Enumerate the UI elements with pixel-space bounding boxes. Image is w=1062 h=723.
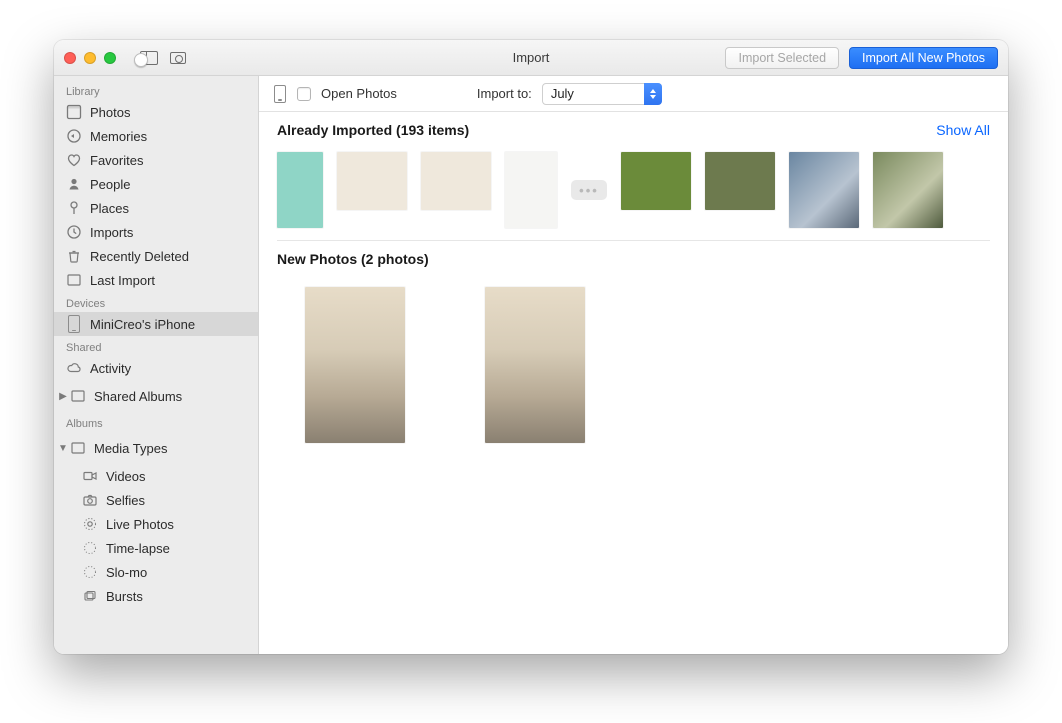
thumbnail[interactable]: [505, 152, 557, 228]
sidebar-item-time-lapse[interactable]: Time-lapse: [54, 536, 258, 560]
show-all-link[interactable]: Show All: [936, 122, 990, 138]
open-photos-checkbox[interactable]: [297, 87, 311, 101]
new-photos-header: New Photos (2 photos): [277, 251, 429, 267]
sidebar-item-label: Activity: [90, 361, 131, 376]
video-icon: [82, 468, 98, 484]
slo-mo-icon: [82, 564, 98, 580]
card-view-icon[interactable]: [170, 52, 186, 64]
already-imported-header: Already Imported (193 items): [277, 122, 469, 138]
titlebar: Import Import Selected Import All New Ph…: [54, 40, 1008, 76]
import-to-label: Import to:: [477, 86, 532, 101]
sidebar-item-people[interactable]: People: [54, 172, 258, 196]
memories-icon: [66, 128, 82, 144]
sidebar-item-label: Videos: [106, 469, 146, 484]
import-all-button[interactable]: Import All New Photos: [849, 47, 998, 69]
sidebar-item-label: Media Types: [94, 441, 167, 456]
sidebar-item-selfies[interactable]: Selfies: [54, 488, 258, 512]
sidebar-item-videos[interactable]: Videos: [54, 464, 258, 488]
sidebar-section-devices: Devices: [54, 292, 258, 312]
chevrons-icon: [644, 83, 662, 105]
close-window-button[interactable]: [64, 52, 76, 64]
sidebar-item-label: Live Photos: [106, 517, 174, 532]
thumbnail[interactable]: [421, 152, 491, 210]
album-icon: [66, 272, 82, 288]
sidebar-item-media-types[interactable]: Media Types: [66, 436, 252, 460]
open-photos-label: Open Photos: [321, 86, 397, 101]
minimize-window-button[interactable]: [84, 52, 96, 64]
clock-icon: [66, 224, 82, 240]
fullscreen-window-button[interactable]: [104, 52, 116, 64]
thumbnail[interactable]: [277, 152, 323, 228]
sidebar-item-favorites[interactable]: Favorites: [54, 148, 258, 172]
trash-icon: [66, 248, 82, 264]
sidebar-item-imports[interactable]: Imports: [54, 220, 258, 244]
sidebar-item-shared-albums[interactable]: Shared Albums: [66, 384, 252, 408]
camera-icon: [82, 492, 98, 508]
sidebar-item-places[interactable]: Places: [54, 196, 258, 220]
device-icon: [273, 86, 287, 102]
new-photos-section: New Photos (2 photos): [259, 241, 1008, 463]
cloud-icon: [66, 360, 82, 376]
sidebar-item-label: Last Import: [90, 273, 155, 288]
pin-icon: [66, 200, 82, 216]
sidebar-item-label: Places: [90, 201, 129, 216]
import-options-bar: Open Photos Import to: July: [259, 76, 1008, 112]
thumbnail[interactable]: [337, 152, 407, 210]
bursts-icon: [82, 588, 98, 604]
import-selected-button[interactable]: Import Selected: [725, 47, 839, 69]
sidebar-item-label: Slo-mo: [106, 565, 147, 580]
thumbnail[interactable]: [621, 152, 691, 210]
import-to-select[interactable]: July: [542, 83, 662, 105]
thumbnail[interactable]: [485, 287, 585, 443]
sidebar-item-photos[interactable]: Photos: [54, 100, 258, 124]
sidebar-item-label: Shared Albums: [94, 389, 182, 404]
sidebar-item-slo-mo[interactable]: Slo-mo: [54, 560, 258, 584]
sidebar-item-label: Imports: [90, 225, 133, 240]
sidebar-item-device-iphone[interactable]: MiniCreo's iPhone: [54, 312, 258, 336]
app-window: Import Import Selected Import All New Ph…: [54, 40, 1008, 654]
sidebar-item-label: Recently Deleted: [90, 249, 189, 264]
sidebar-item-label: Memories: [90, 129, 147, 144]
photos-icon: [66, 104, 82, 120]
time-lapse-icon: [82, 540, 98, 556]
thumbnail[interactable]: [789, 152, 859, 228]
sidebar-item-label: Time-lapse: [106, 541, 170, 556]
sidebar-item-label: Favorites: [90, 153, 143, 168]
already-imported-section: Already Imported (193 items) Show All ••…: [259, 112, 1008, 241]
sidebar-item-bursts[interactable]: Bursts: [54, 584, 258, 608]
sidebar-item-activity[interactable]: Activity: [54, 356, 258, 380]
sidebar-item-last-import[interactable]: Last Import: [54, 268, 258, 292]
more-thumbnails-indicator[interactable]: •••: [571, 180, 607, 200]
thumbnail[interactable]: [873, 152, 943, 228]
thumbnail[interactable]: [305, 287, 405, 443]
heart-icon: [66, 152, 82, 168]
folder-icon: [70, 440, 86, 456]
sidebar-item-recently-deleted[interactable]: Recently Deleted: [54, 244, 258, 268]
sidebar-section-shared: Shared: [54, 336, 258, 356]
sidebar-item-label: MiniCreo's iPhone: [90, 317, 195, 332]
sidebar-item-label: Photos: [90, 105, 130, 120]
window-controls: [64, 52, 116, 64]
content-area: Open Photos Import to: July Already Impo…: [259, 76, 1008, 654]
album-icon: [70, 388, 86, 404]
sidebar-item-memories[interactable]: Memories: [54, 124, 258, 148]
sidebar-item-label: People: [90, 177, 130, 192]
sidebar-item-label: Selfies: [106, 493, 145, 508]
thumbnail[interactable]: [705, 152, 775, 210]
live-photos-icon: [82, 516, 98, 532]
iphone-icon: [66, 316, 82, 332]
sidebar-section-library: Library: [54, 80, 258, 100]
person-icon: [66, 176, 82, 192]
sidebar: Library Photos Memories Favorites: [54, 76, 259, 654]
sidebar-section-albums: Albums: [54, 412, 258, 432]
sidebar-item-live-photos[interactable]: Live Photos: [54, 512, 258, 536]
sidebar-item-label: Bursts: [106, 589, 143, 604]
